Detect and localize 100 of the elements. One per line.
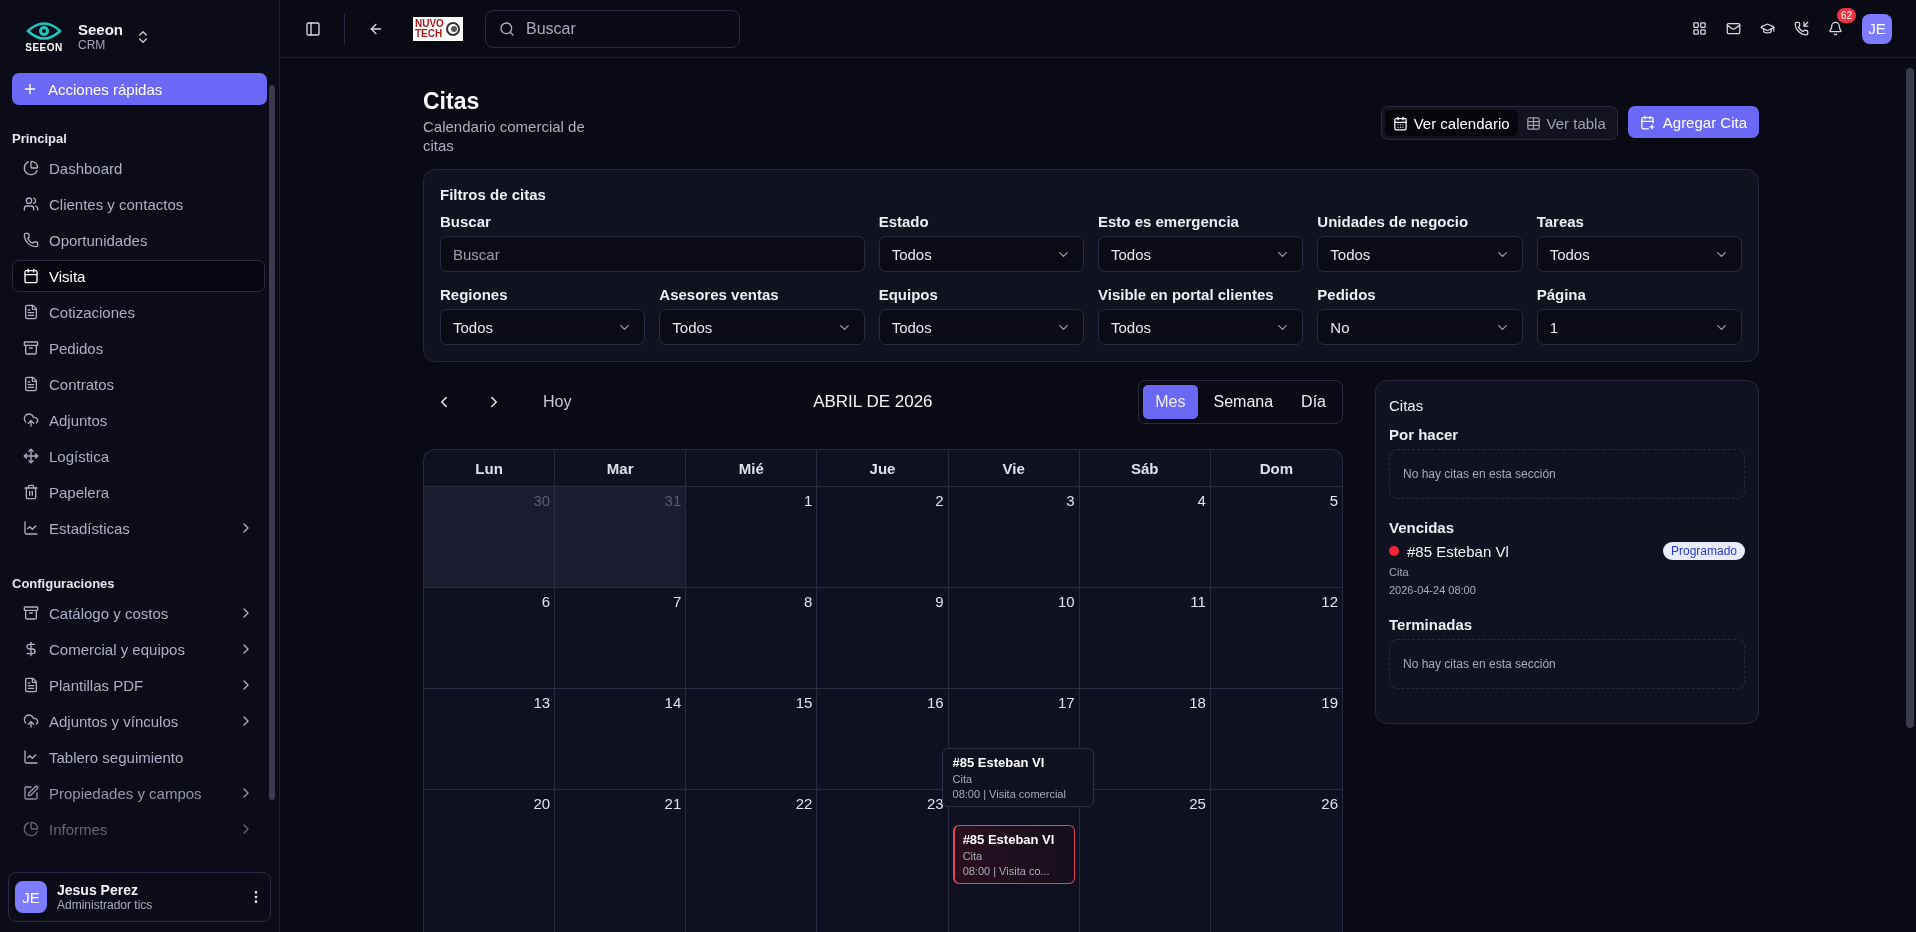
- day-number: 13: [533, 694, 551, 711]
- card-title: Filtros de citas: [440, 186, 547, 203]
- quick-actions-button[interactable]: Acciones rápidas: [12, 73, 267, 105]
- user-role: Administrador tics: [57, 898, 154, 912]
- day-number: 8: [804, 593, 813, 610]
- sidebar-item[interactable]: Comercial y equipos: [12, 633, 265, 665]
- scrollbar[interactable]: [269, 85, 275, 800]
- day-number: 2: [935, 492, 944, 509]
- chart-icon: [23, 749, 39, 765]
- select-field[interactable]: Todos: [878, 309, 1084, 345]
- sidebar-item[interactable]: Tablero seguimiento: [12, 741, 265, 773]
- day-number: 7: [672, 593, 682, 610]
- select-field[interactable]: 1: [1536, 309, 1742, 345]
- grid-icon: [1691, 21, 1707, 36]
- day-number: 17: [1058, 694, 1075, 711]
- tooltip-type: Cita: [952, 773, 974, 785]
- day-number: 9: [935, 593, 944, 610]
- day-number: 3: [1066, 492, 1075, 509]
- notification-count: 62: [1836, 7, 1856, 23]
- view-tab[interactable]: Ver tabla: [1517, 110, 1614, 136]
- eye-logo-icon: [26, 20, 62, 42]
- page-subtitle: Calendario comercial de citas: [423, 117, 586, 155]
- scrollbar[interactable]: [1906, 68, 1914, 728]
- field-label: Visible en portal clientes: [1098, 286, 1275, 303]
- day-number: 25: [1189, 795, 1206, 812]
- section-title: Terminadas: [1389, 616, 1474, 633]
- archive-icon: [23, 605, 39, 621]
- sidebar-item[interactable]: Plantillas PDF: [12, 669, 265, 701]
- sidebar-item[interactable]: Visita: [12, 260, 265, 292]
- cloud-upload-icon: [23, 713, 39, 729]
- tooltip-detail: 08:00 | Visita comercial: [952, 788, 1067, 800]
- field-label: Pedidos: [1317, 286, 1377, 303]
- day-number: 21: [664, 795, 682, 812]
- view-tab[interactable]: Mes: [1143, 385, 1198, 419]
- event-chip[interactable]: #85 Esteban Vl Cita 08:00 | Visita co...: [952, 825, 1075, 884]
- sidebar-item[interactable]: Contratos: [12, 368, 265, 400]
- sidebar-item[interactable]: Adjuntos: [12, 404, 265, 436]
- sidebar-item[interactable]: Logística: [12, 440, 265, 472]
- add-appointment-button[interactable]: Agregar Cita: [1627, 106, 1759, 138]
- sidebar-item[interactable]: Pedidos: [12, 332, 265, 364]
- chart-icon: [23, 520, 39, 536]
- field-label: Buscar: [440, 213, 492, 230]
- sidebar-item[interactable]: Dashboard: [12, 152, 265, 184]
- sidebar-item[interactable]: Estadísticas: [12, 512, 265, 544]
- day-number: 15: [795, 694, 813, 711]
- calendar-plus-icon: [1639, 114, 1655, 130]
- trash-icon: [23, 484, 39, 500]
- calendar-icon: [23, 268, 39, 284]
- sidebar-item[interactable]: Adjuntos y vínculos: [12, 705, 265, 737]
- sidebar-item[interactable]: Catálogo y costos: [12, 597, 265, 629]
- day-number: 30: [533, 492, 551, 509]
- sidebar-item[interactable]: Papelera: [12, 476, 265, 508]
- bell-icon: [1827, 21, 1843, 36]
- section-title: Vencidas: [1389, 519, 1456, 536]
- view-tab[interactable]: Ver calendario: [1384, 110, 1518, 136]
- tooltip-title: #85 Esteban Vl: [952, 755, 1046, 770]
- company-logo: NUVO TECH: [413, 16, 463, 41]
- sidebar-item[interactable]: Propiedades y campos: [12, 777, 265, 809]
- section-title: Por hacer: [1389, 426, 1460, 443]
- empty-state: No hay citas en esta sección: [1389, 639, 1745, 689]
- appointment-title[interactable]: #85 Esteban Vl: [1407, 542, 1655, 560]
- select-field[interactable]: Todos: [1536, 236, 1742, 272]
- logo-text: SEEON: [25, 42, 63, 53]
- view-tab[interactable]: Día: [1289, 385, 1338, 419]
- sidebar-item[interactable]: Cotizaciones: [12, 296, 265, 328]
- select-field[interactable]: Todos: [1098, 309, 1304, 345]
- day-number: 14: [664, 694, 682, 711]
- field-label: Página: [1536, 286, 1587, 303]
- page-title: Citas: [423, 88, 481, 115]
- event-type: Cita: [962, 850, 984, 862]
- sidebar-item[interactable]: Oportunidades: [12, 224, 265, 256]
- select-field[interactable]: Todos: [878, 236, 1084, 272]
- user-name: Jesus Perez: [57, 882, 139, 898]
- select-field[interactable]: No: [1317, 309, 1523, 345]
- day-number: 10: [1058, 593, 1075, 610]
- select-field[interactable]: Todos: [440, 309, 646, 345]
- view-tab[interactable]: Semana: [1201, 385, 1286, 419]
- day-number: 16: [926, 694, 944, 711]
- pie-chart-icon: [23, 160, 39, 176]
- search-field[interactable]: Buscar: [440, 236, 865, 272]
- select-field[interactable]: Todos: [659, 309, 865, 345]
- field-label: Esto es emergencia: [1098, 213, 1240, 230]
- user-avatar: JE: [15, 881, 47, 913]
- pie-chart-icon: [23, 821, 39, 837]
- select-field[interactable]: Todos: [1317, 236, 1523, 272]
- cloud-upload-icon: [23, 412, 39, 428]
- swirl-icon: [445, 21, 460, 36]
- user-card[interactable]: JE Jesus Perez Administrador tics: [8, 872, 271, 922]
- phone-icon: [1793, 21, 1809, 36]
- sidebar-item[interactable]: Clientes y contactos: [12, 188, 265, 220]
- brand-subtitle: CRM: [78, 38, 107, 52]
- select-field[interactable]: Todos: [1098, 236, 1304, 272]
- today-button[interactable]: Hoy: [537, 392, 578, 412]
- field-label: Asesores ventas: [659, 286, 780, 303]
- field-label: Tareas: [1536, 213, 1585, 230]
- day-number: 31: [664, 492, 682, 509]
- users-icon: [23, 196, 39, 212]
- search-field[interactable]: Buscar: [485, 9, 740, 48]
- event-detail: 08:00 | Visita co...: [962, 865, 1051, 877]
- day-number: 22: [795, 795, 813, 812]
